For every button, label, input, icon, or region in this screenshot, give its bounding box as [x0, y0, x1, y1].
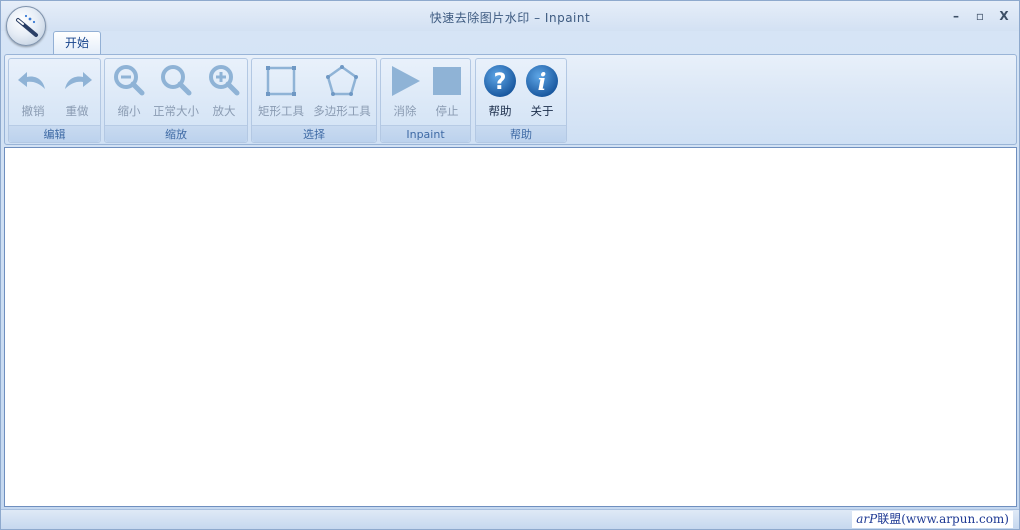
zoom-in-label: 放大 — [212, 104, 236, 118]
undo-button[interactable]: 撤销 — [13, 63, 53, 123]
rectangle-tool-icon — [266, 66, 296, 96]
redo-button[interactable]: 重做 — [57, 63, 97, 123]
ribbon-group-zoom: 缩小 正常大小 放大 缩放 — [104, 58, 248, 143]
help-label: 帮助 — [488, 104, 512, 118]
undo-icon — [18, 72, 45, 89]
group-label-zoom: 缩放 — [105, 125, 247, 142]
ribbon-group-edit: 撤销 重做 编辑 — [8, 58, 101, 143]
group-label-edit: 编辑 — [9, 125, 100, 142]
about-button[interactable]: i 关于 — [522, 63, 562, 123]
ribbon-group-help: ? 帮助 i 关于 帮助 — [475, 58, 567, 143]
info-icon: i — [526, 65, 558, 97]
stop-button[interactable]: 停止 — [427, 63, 467, 123]
redo-icon — [65, 72, 92, 89]
zoom-out-label: 缩小 — [117, 104, 141, 118]
group-label-help: 帮助 — [476, 125, 566, 142]
image-canvas[interactable] — [4, 147, 1017, 507]
ribbon-group-inpaint: 消除 停止 Inpaint — [380, 58, 471, 143]
watermark-brand: arP — [856, 512, 878, 526]
erase-button[interactable]: 消除 — [385, 63, 425, 123]
svg-text:i: i — [538, 69, 547, 96]
zoom-out-icon — [114, 65, 145, 96]
group-label-inpaint: Inpaint — [381, 125, 470, 142]
help-button[interactable]: ? 帮助 — [480, 63, 520, 123]
close-button[interactable]: X — [995, 8, 1013, 24]
app-window: 快速去除图片水印 – Inpaint – ▫ X 开始 撤销 重做 编辑 缩小 … — [0, 0, 1020, 530]
ribbon: 撤销 重做 编辑 缩小 正常大小 放大 缩放 矩形工具 多边形工具 选择 消除 … — [4, 54, 1017, 145]
polygon-tool-button[interactable]: 多边形工具 — [310, 63, 374, 123]
watermark-site: 联盟(www.arpun.com) — [877, 512, 1009, 526]
tab-strip: 开始 — [1, 31, 1019, 55]
svg-text:?: ? — [494, 70, 507, 95]
help-icon: ? — [484, 65, 516, 97]
app-menu-button[interactable] — [6, 6, 46, 46]
stop-label: 停止 — [435, 104, 459, 118]
about-label: 关于 — [530, 104, 554, 118]
rectangle-tool-label: 矩形工具 — [258, 104, 304, 118]
ribbon-group-select: 矩形工具 多边形工具 选择 — [251, 58, 377, 143]
window-title: 快速去除图片水印 – Inpaint — [429, 11, 591, 25]
stop-icon — [433, 67, 461, 95]
polygon-tool-label: 多边形工具 — [313, 104, 371, 118]
zoom-normal-button[interactable]: 正常大小 — [150, 63, 202, 123]
maximize-button[interactable]: ▫ — [971, 8, 989, 24]
window-controls: – ▫ X — [947, 8, 1013, 24]
polygon-tool-icon — [326, 65, 358, 96]
minimize-button[interactable]: – — [947, 8, 965, 24]
zoom-in-icon — [209, 65, 240, 96]
magic-wand-icon — [16, 14, 38, 37]
erase-label: 消除 — [393, 104, 417, 118]
status-bar: arP联盟(www.arpun.com) — [1, 509, 1019, 529]
watermark-text: arP联盟(www.arpun.com) — [852, 511, 1013, 528]
zoom-normal-label: 正常大小 — [153, 104, 199, 118]
group-label-select: 选择 — [252, 125, 376, 142]
play-icon — [392, 66, 420, 96]
zoom-out-button[interactable]: 缩小 — [109, 63, 149, 123]
rectangle-tool-button[interactable]: 矩形工具 — [254, 63, 308, 123]
tab-home[interactable]: 开始 — [53, 31, 101, 55]
zoom-in-button[interactable]: 放大 — [204, 63, 244, 123]
title-bar: 快速去除图片水印 – Inpaint – ▫ X — [1, 1, 1019, 31]
redo-label: 重做 — [65, 104, 89, 118]
undo-label: 撤销 — [21, 104, 45, 118]
zoom-normal-icon — [161, 65, 192, 96]
